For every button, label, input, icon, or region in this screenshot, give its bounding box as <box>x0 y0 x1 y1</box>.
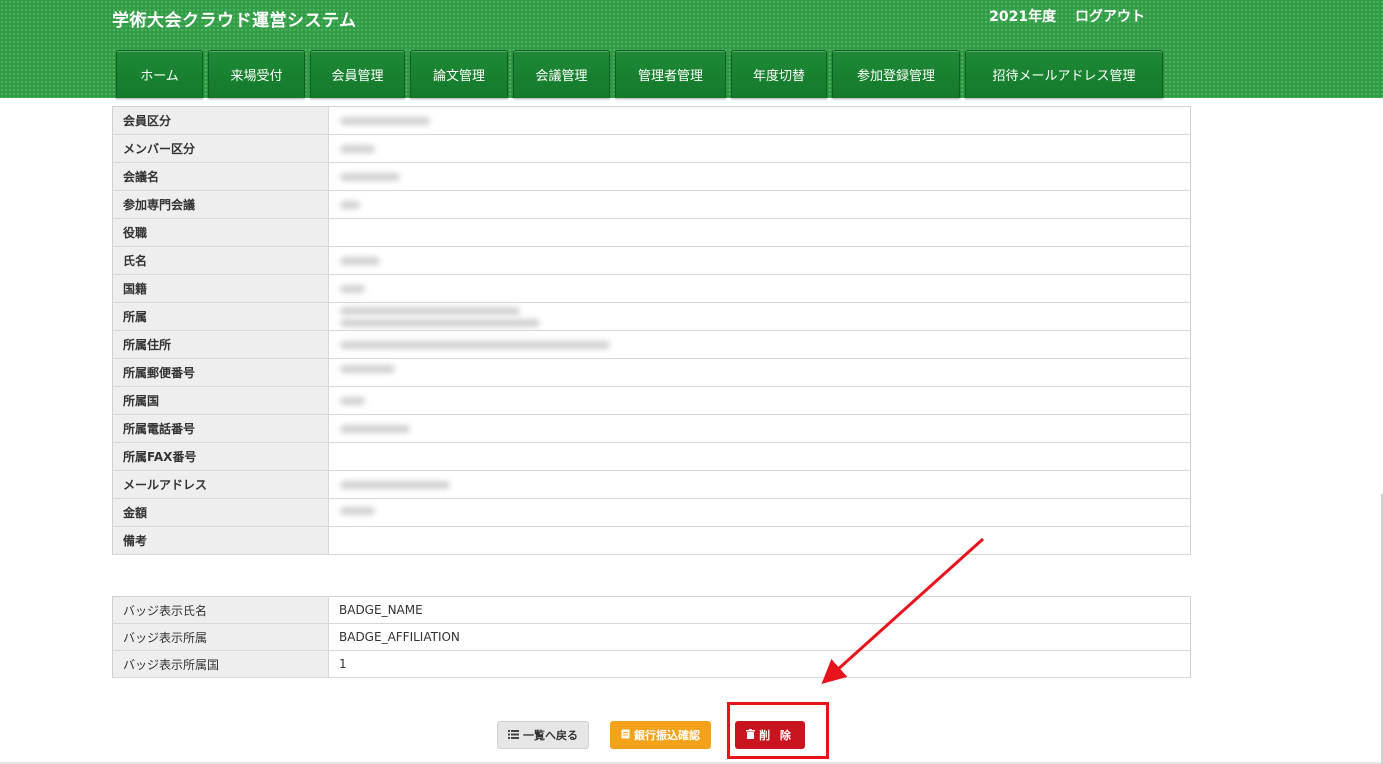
bank-transfer-confirm-label: 銀行振込確認 <box>634 729 700 742</box>
field-value: BADGE_AFFILIATION <box>328 623 1191 651</box>
field-label: 所属電話番号 <box>112 414 329 443</box>
table-row: バッジ表示所属 BADGE_AFFILIATION <box>112 623 1191 651</box>
table-row: 所属国 <box>112 386 1191 415</box>
field-label: 所属 <box>112 302 329 331</box>
field-label: メンバー区分 <box>112 134 329 163</box>
table-row: バッジ表示氏名 BADGE_NAME <box>112 596 1191 624</box>
app-header: 学術大会クラウド運営システム 2021年度 ログアウト ホーム 来場受付 会員管… <box>0 0 1383 98</box>
field-value <box>328 330 1191 359</box>
main-nav: ホーム 来場受付 会員管理 論文管理 会議管理 管理者管理 年度切替 参加登録管… <box>116 50 1163 98</box>
field-value <box>328 190 1191 219</box>
member-detail-table: 会員区分 メンバー区分 会議名 参加専門会議 役職 氏名 国籍 所属 所属住所 … <box>112 106 1191 555</box>
app-title: 学術大会クラウド運営システム <box>112 11 357 31</box>
table-row: 氏名 <box>112 246 1191 275</box>
field-value: BADGE_NAME <box>328 596 1191 624</box>
table-row: 役職 <box>112 218 1191 247</box>
field-label: 所属郵便番号 <box>112 358 329 387</box>
field-label: 会議名 <box>112 162 329 191</box>
table-row: 所属電話番号 <box>112 414 1191 443</box>
field-label: バッジ表示氏名 <box>112 596 329 624</box>
field-label: バッジ表示所属国 <box>112 650 329 678</box>
field-value <box>328 302 1191 331</box>
list-icon <box>508 729 519 742</box>
tab-year-switch[interactable]: 年度切替 <box>731 50 827 98</box>
field-label: 所属国 <box>112 386 329 415</box>
field-value <box>328 274 1191 303</box>
back-to-list-label: 一覧へ戻る <box>523 729 578 742</box>
table-row: 会議名 <box>112 162 1191 191</box>
tab-reception[interactable]: 来場受付 <box>208 50 305 98</box>
table-row: 所属郵便番号 <box>112 358 1191 387</box>
trash-icon <box>746 728 756 742</box>
table-row: メンバー区分 <box>112 134 1191 163</box>
field-value <box>328 162 1191 191</box>
logout-link[interactable]: ログアウト <box>1075 9 1145 25</box>
document-icon <box>621 729 630 742</box>
field-label: 所属住所 <box>112 330 329 359</box>
field-label: 所属FAX番号 <box>112 442 329 471</box>
field-value <box>328 442 1191 471</box>
table-row: 所属 <box>112 302 1191 331</box>
tab-home[interactable]: ホーム <box>116 50 203 98</box>
table-row: 参加専門会議 <box>112 190 1191 219</box>
tab-paper-management[interactable]: 論文管理 <box>410 50 508 98</box>
table-row: 国籍 <box>112 274 1191 303</box>
field-label: 備考 <box>112 526 329 555</box>
field-value <box>328 526 1191 555</box>
field-value <box>328 246 1191 275</box>
field-label: 金額 <box>112 498 329 527</box>
fiscal-year-label: 2021年度 <box>989 9 1057 25</box>
badge-info-table: バッジ表示氏名 BADGE_NAME バッジ表示所属 BADGE_AFFILIA… <box>112 596 1191 678</box>
tab-conference-management[interactable]: 会議管理 <box>513 50 610 98</box>
field-label: 氏名 <box>112 246 329 275</box>
table-row: 会員区分 <box>112 106 1191 135</box>
table-row: 金額 <box>112 498 1191 527</box>
tab-registration-management[interactable]: 参加登録管理 <box>832 50 960 98</box>
delete-label: 削 除 <box>759 729 794 742</box>
tab-invitation-email-management[interactable]: 招待メールアドレス管理 <box>965 50 1163 98</box>
bank-transfer-confirm-button[interactable]: 銀行振込確認 <box>610 721 711 749</box>
field-label: 役職 <box>112 218 329 247</box>
table-row: 備考 <box>112 526 1191 555</box>
tab-admin-management[interactable]: 管理者管理 <box>615 50 726 98</box>
field-label: メールアドレス <box>112 470 329 499</box>
field-label: 会員区分 <box>112 106 329 135</box>
field-value <box>328 498 1191 527</box>
field-value <box>328 134 1191 163</box>
field-label: バッジ表示所属 <box>112 623 329 651</box>
field-label: 国籍 <box>112 274 329 303</box>
field-value: 1 <box>328 650 1191 678</box>
field-value <box>328 358 1191 387</box>
table-row: 所属FAX番号 <box>112 442 1191 471</box>
table-row: メールアドレス <box>112 470 1191 499</box>
delete-button[interactable]: 削 除 <box>735 721 805 749</box>
field-value <box>328 106 1191 135</box>
field-value <box>328 218 1191 247</box>
table-row: 所属住所 <box>112 330 1191 359</box>
table-row: バッジ表示所属国 1 <box>112 650 1191 678</box>
field-label: 参加専門会議 <box>112 190 329 219</box>
header-actions: 2021年度 ログアウト <box>989 6 1145 26</box>
field-value <box>328 386 1191 415</box>
back-to-list-button[interactable]: 一覧へ戻る <box>497 721 589 749</box>
field-value <box>328 414 1191 443</box>
field-value <box>328 470 1191 499</box>
tab-member-management[interactable]: 会員管理 <box>310 50 405 98</box>
